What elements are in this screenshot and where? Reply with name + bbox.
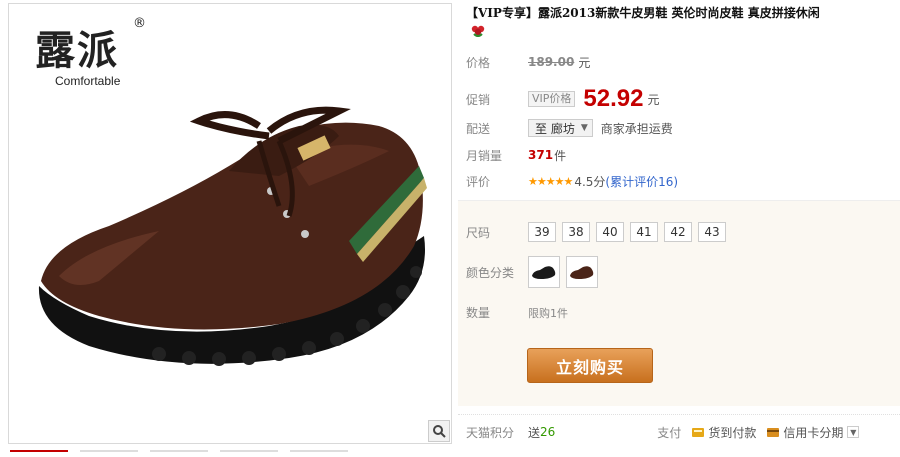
brand-logo: 露派 ® Comfortable — [35, 16, 155, 94]
thumbnail-tab[interactable] — [150, 450, 208, 457]
caret-down-icon: ▼ — [580, 123, 588, 133]
product-page: 露派 ® Comfortable 【VIP专享】露派2013新款牛皮男鞋 英伦时… — [0, 0, 900, 457]
sales-unit: 件 — [554, 148, 567, 163]
color-option-brown[interactable] — [566, 256, 598, 288]
shipping-location-select[interactable]: 至 廊坊 ▼ — [528, 119, 593, 137]
thumbnail-tab[interactable] — [290, 450, 348, 457]
points-label: 天猫积分 — [466, 425, 515, 440]
promo-label: 促销 — [466, 92, 491, 107]
divider — [458, 414, 900, 415]
credit-card-icon — [767, 428, 780, 437]
magnifier-icon — [433, 425, 446, 438]
sales-label: 月销量 — [466, 148, 503, 163]
color-option-black[interactable] — [528, 256, 560, 288]
thumbnail-tab[interactable] — [220, 450, 278, 457]
color-row: 颜色分类 — [466, 256, 604, 288]
size-option[interactable]: 41 — [630, 222, 658, 242]
promo-price: 52.92 — [583, 85, 644, 112]
flower-icon — [471, 25, 485, 37]
promo-row: 促销 VIP价格 52.92 元 — [466, 85, 660, 112]
size-label: 尺码 — [466, 225, 491, 240]
points-prefix: 送 — [528, 425, 541, 440]
pay-option-label: 信用卡分期 — [783, 425, 844, 440]
chevron-down-icon[interactable]: ▼ — [847, 426, 860, 438]
color-label: 颜色分类 — [466, 265, 515, 280]
brand-tagline: Comfortable — [55, 74, 121, 88]
points-value: 26 — [540, 425, 556, 439]
size-option[interactable]: 40 — [596, 222, 624, 242]
black-shoe-icon — [532, 266, 556, 279]
pay-label: 支付 — [657, 425, 682, 440]
buy-now-button[interactable]: 立刻购买 — [527, 348, 653, 383]
original-price: 189.00 — [528, 55, 575, 69]
price-row: 价格 189.00 元 — [466, 52, 590, 72]
shipping-label: 配送 — [466, 121, 491, 136]
size-option[interactable]: 39 — [528, 222, 556, 242]
shipping-row: 配送 至 廊坊 ▼ 商家承担运费 — [466, 118, 673, 138]
rating-label: 评价 — [466, 174, 491, 189]
product-shoe-image — [38, 106, 427, 366]
cash-on-delivery-icon — [692, 428, 705, 437]
product-title: 【VIP专享】露派2013新款牛皮男鞋 英伦时尚皮鞋 真皮拼接休闲 — [466, 6, 820, 20]
registered-mark: ® — [133, 16, 146, 31]
sales-row: 月销量 371 件 — [466, 145, 566, 165]
thumbnail-tab[interactable] — [10, 450, 68, 457]
brown-shoe-icon — [570, 266, 594, 279]
star-rating-icon: ★★★★★ — [528, 174, 573, 188]
sales-count: 371 — [528, 148, 554, 162]
promo-unit: 元 — [647, 92, 660, 107]
size-option[interactable]: 38 — [562, 222, 590, 242]
size-option[interactable]: 43 — [698, 222, 726, 242]
shipping-note: 商家承担运费 — [600, 121, 673, 136]
rating-score: 4.5分 — [574, 174, 606, 189]
rating-row: 评价 ★★★★★ 4.5分 (累计评价16) — [466, 171, 678, 191]
product-image-panel[interactable]: 露派 ® Comfortable — [8, 3, 452, 444]
pay-option-cod[interactable]: 货到付款 — [691, 424, 756, 441]
pay-option-installment[interactable]: 信用卡分期 — [766, 424, 843, 441]
price-unit: 元 — [578, 55, 591, 70]
zoom-button[interactable] — [428, 420, 450, 442]
footer-row: 天猫积分 送 26 支付 货到付款 信用卡分期 ▼ — [466, 422, 860, 442]
thumbnail-tab[interactable] — [80, 450, 138, 457]
brand-name: 露派 — [35, 27, 119, 74]
thumbnail-strip — [8, 450, 452, 457]
price-label: 价格 — [466, 55, 491, 70]
quantity-row: 数量 限购1件 — [466, 304, 568, 321]
vip-badge: VIP价格 — [528, 91, 576, 107]
quantity-limit: 限购1件 — [528, 306, 568, 320]
size-row: 尺码 39 38 40 41 42 43 — [466, 222, 732, 242]
pay-option-label: 货到付款 — [708, 425, 757, 440]
shipping-location-value: 至 廊坊 — [535, 121, 575, 136]
review-count-link[interactable]: (累计评价16) — [605, 173, 678, 190]
size-option[interactable]: 42 — [664, 222, 692, 242]
quantity-label: 数量 — [466, 306, 491, 320]
